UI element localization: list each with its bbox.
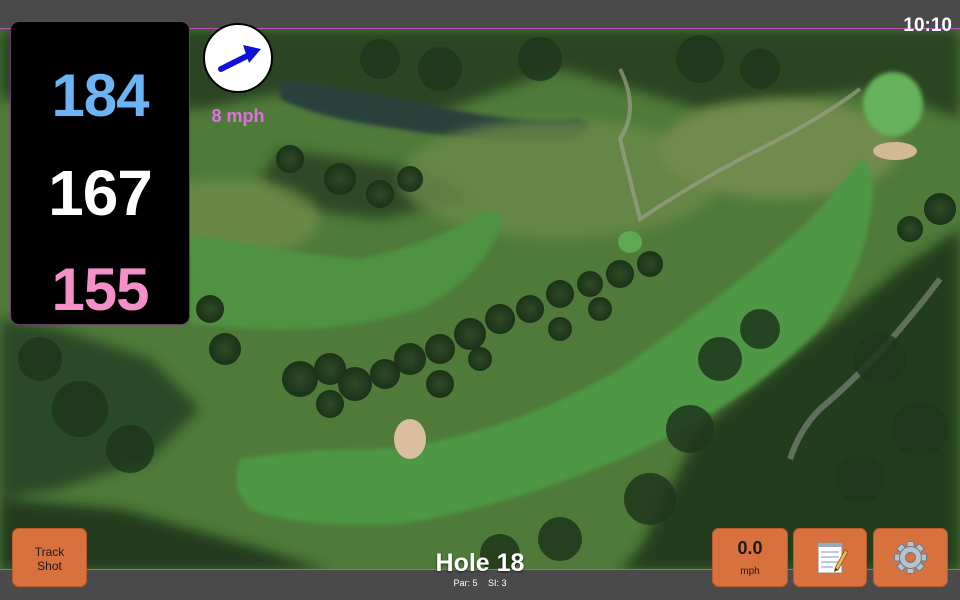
notes-button[interactable]	[793, 528, 867, 587]
front-distance: 155	[51, 256, 149, 323]
hole-par: Par: 5	[453, 578, 478, 588]
wind-direction-indicator	[203, 23, 273, 93]
notepad-icon	[817, 542, 849, 574]
settings-button[interactable]	[873, 528, 948, 587]
wind-speed: 8 mph	[211, 106, 265, 126]
speed-value: 0.0	[737, 538, 763, 558]
clock: 10:10	[903, 15, 952, 36]
back-distance: 184	[51, 62, 149, 129]
middle-distance: 167	[48, 157, 153, 229]
arrow-right-icon	[218, 45, 261, 72]
speed-button[interactable]: 0.0 mph	[712, 528, 788, 587]
speed-unit: mph	[740, 566, 760, 577]
track-shot-label-line1: Track	[34, 545, 65, 559]
golf-gps-screen: 10:10 184 167 155 8 mph Track Shot Hole …	[0, 0, 960, 600]
gear-icon	[894, 541, 927, 574]
track-shot-label-line2: Shot	[37, 559, 62, 573]
distance-panel: 184 167 155	[11, 22, 189, 324]
hole-title: Hole 18	[435, 549, 525, 577]
track-shot-button[interactable]: Track Shot	[12, 528, 87, 587]
hole-info: Par: 5 SI: 3	[380, 578, 580, 588]
hole-stroke-index: SI: 3	[488, 578, 507, 588]
